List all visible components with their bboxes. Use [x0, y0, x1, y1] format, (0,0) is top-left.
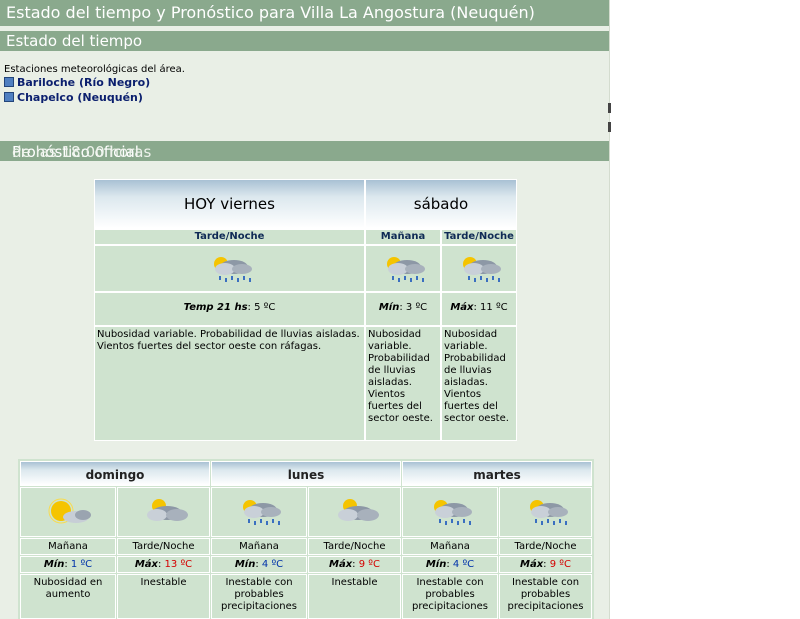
station-label: Bariloche (Río Negro): [17, 76, 151, 89]
cloud-sun-rain-icon: [213, 256, 252, 282]
weather-icon-cell: [441, 245, 517, 292]
cloudy-sun-icon: [146, 499, 188, 521]
stations-intro: Estaciones meteorológicas del área.: [4, 64, 185, 75]
page-title: Estado del tiempo y Pronóstico para Vill…: [6, 3, 535, 22]
temperature-cell: Temp 21 hs: 5 ºC: [94, 292, 365, 326]
weather-icon-cell: [402, 487, 498, 537]
day-header-monday: lunes: [211, 461, 401, 486]
station-label: Chapelco (Neuquén): [17, 91, 143, 104]
forecast-description: Nubosidad variable. Probabilidad de lluv…: [94, 326, 365, 441]
station-link-chapelco[interactable]: Chapelco (Neuquén): [4, 91, 143, 104]
period-label: Mañana: [20, 538, 116, 555]
temperature-cell: Máx: 9 ºC: [499, 556, 592, 573]
edge-mark: [608, 122, 611, 132]
forecast-description: Inestable con probables precipitaciones: [211, 574, 307, 619]
square-bullet-icon: [4, 77, 14, 87]
section-header-forecast: Pronóstico oficial de las 18:00 horas: [0, 141, 609, 161]
period-label: Mañana: [211, 538, 307, 555]
period-label: Tarde/Noche: [94, 229, 365, 245]
day-header-sunday: domingo: [20, 461, 210, 486]
period-label: Tarde/Noche: [308, 538, 401, 555]
period-label: Tarde/Noche: [117, 538, 210, 555]
day-header-saturday: sábado: [365, 179, 517, 229]
station-link-bariloche[interactable]: Bariloche (Río Negro): [4, 76, 150, 89]
weather-icon-cell: [499, 487, 592, 537]
cloudy-sun-icon: [337, 499, 379, 521]
period-label: Mañana: [365, 229, 441, 245]
page-header: Estado del tiempo y Pronóstico para Vill…: [0, 0, 609, 26]
forecast-time: de las 18:00 horas: [12, 143, 152, 161]
temperature-cell: Mín: 3 ºC: [365, 292, 441, 326]
forecast-description: Nubosidad en aumento: [20, 574, 116, 619]
period-label: Tarde/Noche: [441, 229, 517, 245]
weather-icon-cell: [94, 245, 365, 292]
forecast-description: Inestable: [308, 574, 401, 619]
cloud-sun-rain-icon: [243, 500, 281, 525]
period-label: Mañana: [402, 538, 498, 555]
forecast-description: Nubosidad variable. Probabilidad de lluv…: [365, 326, 441, 441]
section-header-current: Estado del tiempo: [0, 31, 609, 51]
temperature-cell: Mín: 4 ºC: [211, 556, 307, 573]
temperature-cell: Mín: 4 ºC: [402, 556, 498, 573]
weather-icon-cell: [308, 487, 401, 537]
weather-icon-cell: [117, 487, 210, 537]
forecast-description: Nubosidad variable. Probabilidad de lluv…: [441, 326, 517, 441]
section-title-current: Estado del tiempo: [6, 32, 143, 50]
cloud-sun-rain-icon: [434, 500, 472, 525]
forecast-description: Inestable: [117, 574, 210, 619]
sun-cloud-icon: [48, 498, 91, 524]
weather-icon-cell: [211, 487, 307, 537]
day-header-today: HOY viernes: [94, 179, 365, 229]
edge-mark: [608, 103, 611, 113]
forecast-description: Inestable con probables precipitaciones: [499, 574, 592, 619]
period-label: Tarde/Noche: [499, 538, 592, 555]
square-bullet-icon: [4, 92, 14, 102]
weather-icon-cell: [20, 487, 116, 537]
temperature-cell: Máx: 9 ºC: [308, 556, 401, 573]
cloud-sun-rain-icon: [529, 500, 568, 525]
cloud-sun-rain-icon: [387, 256, 425, 282]
temperature-cell: Máx: 11 ºC: [441, 292, 517, 326]
weather-icon-cell: [365, 245, 441, 292]
temperature-cell: Mín: 1 ºC: [20, 556, 116, 573]
day-header-tuesday: martes: [402, 461, 592, 486]
page-edge: [609, 0, 610, 619]
forecast-description: Inestable con probables precipitaciones: [402, 574, 498, 619]
page: Estado del tiempo y Pronóstico para Vill…: [0, 0, 609, 619]
temperature-cell: Máx: 13 ºC: [117, 556, 210, 573]
cloud-sun-rain-icon: [463, 256, 501, 282]
